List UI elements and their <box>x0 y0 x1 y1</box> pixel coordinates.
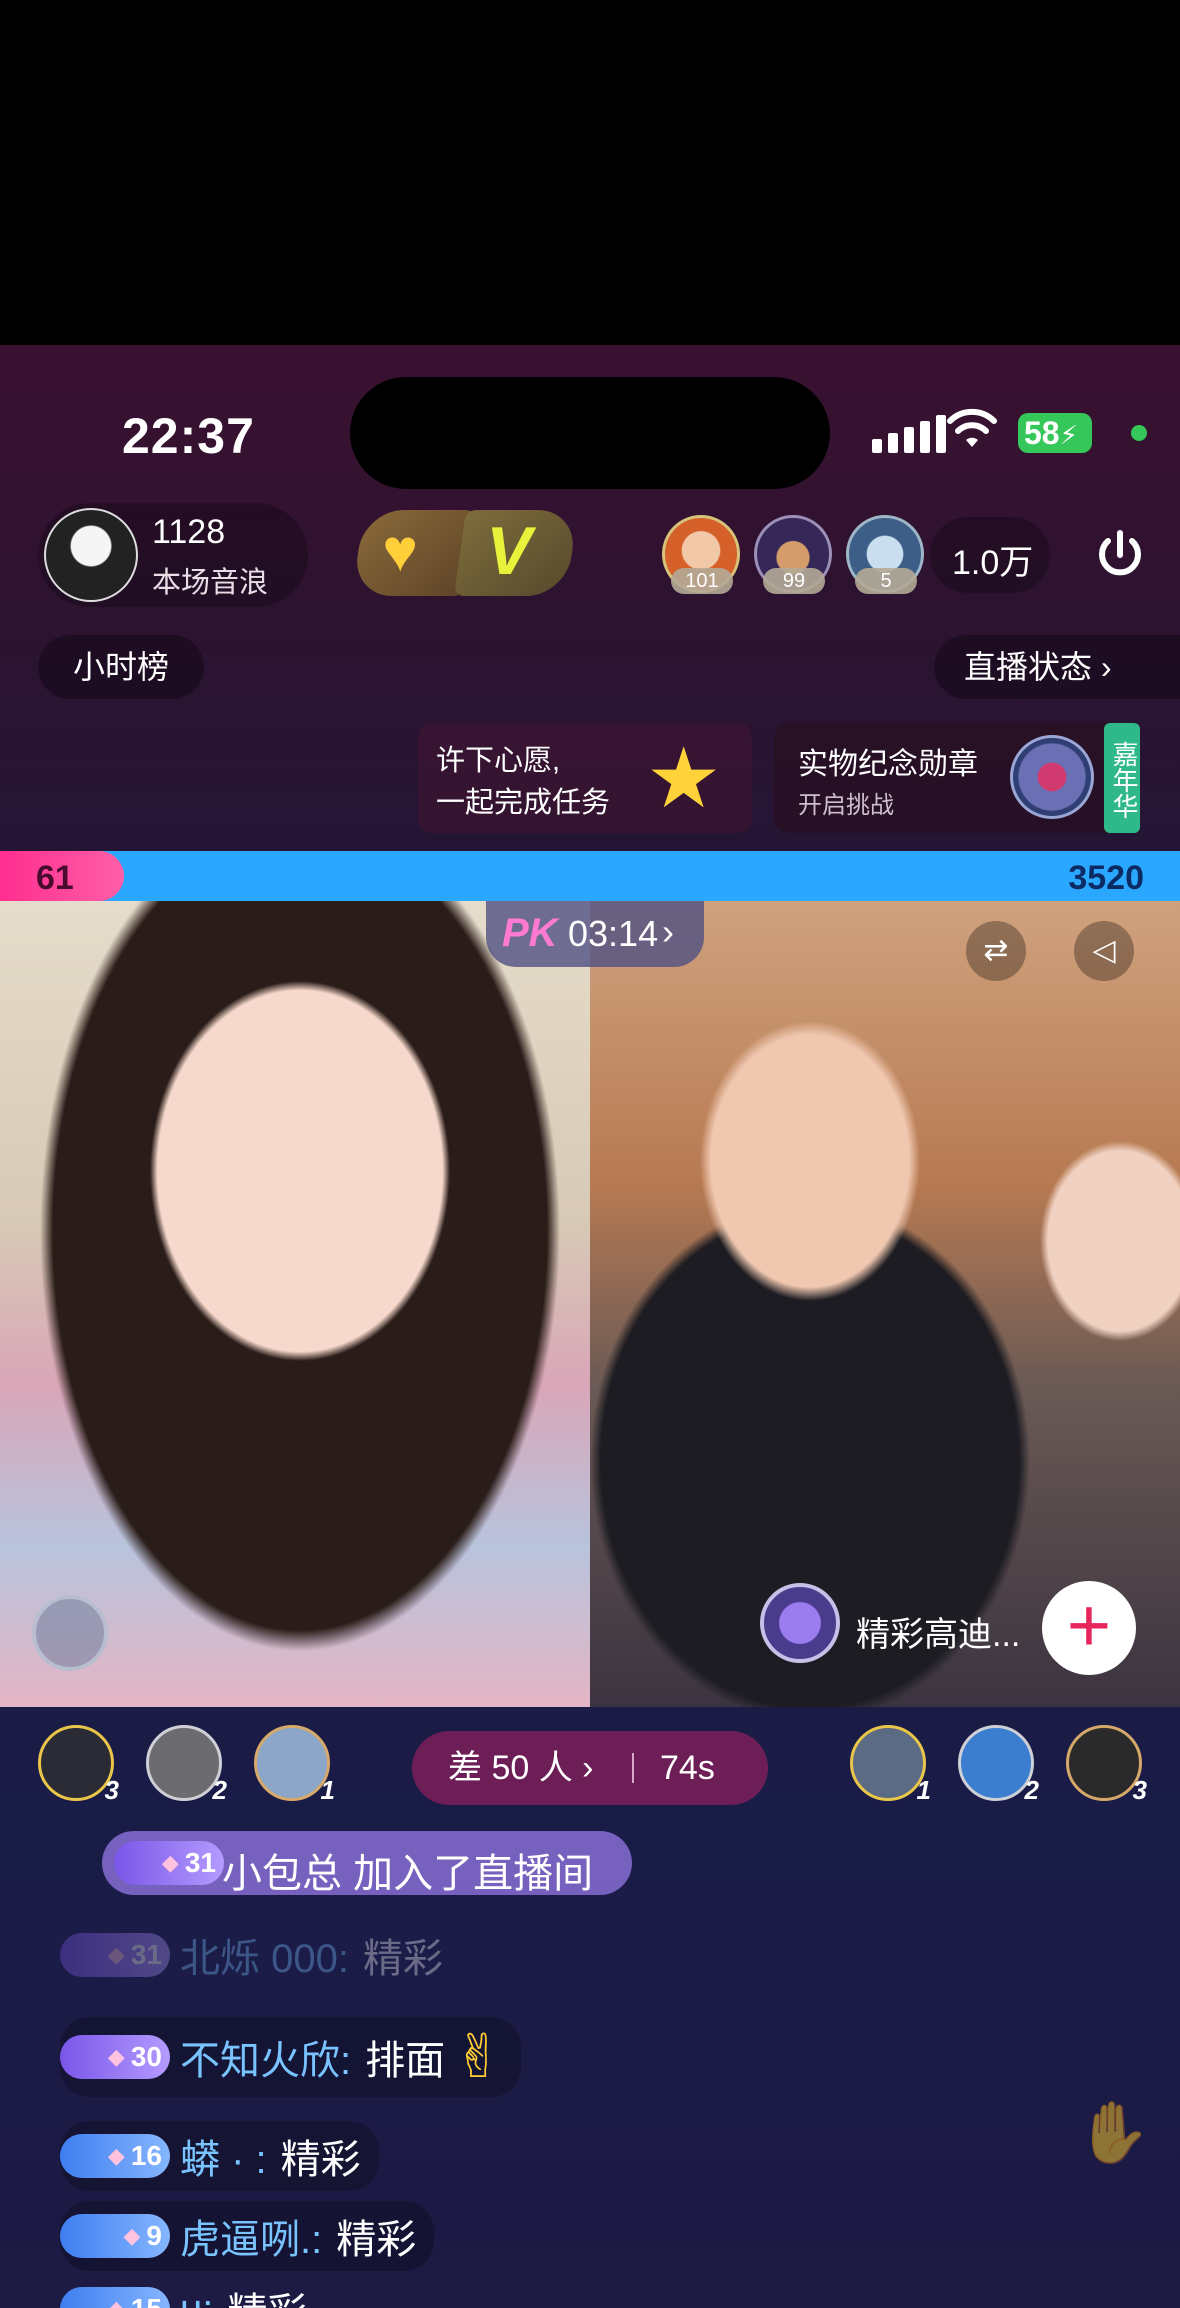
user-level-badge: 31 <box>60 1933 170 1977</box>
live-status-button[interactable]: 直播状态 › <box>934 635 1180 699</box>
medal-title: 实物纪念勋章 <box>798 748 978 781</box>
user-level-badge: 16 <box>60 2134 170 2178</box>
viewer-count-badge: 5 <box>855 568 917 594</box>
host-score: 1128 <box>152 513 226 551</box>
top-viewer-avatar[interactable]: 101 <box>662 515 740 594</box>
wish-line-2: 一起完成任务 <box>436 787 611 819</box>
live-room-screen: 22:37 58⚡ 1128 本场音浪 ♥ V 101 99 5 1.0万 小时… <box>0 345 1180 2308</box>
hand-gesture-icon[interactable]: ✋ <box>1076 2097 1151 2168</box>
join-text: 小包总 加入了直播间 <box>222 1852 594 1896</box>
contributor-rank: 1 <box>916 1775 931 1805</box>
contributor-rank: 2 <box>1024 1775 1039 1805</box>
chat-text: 精彩 <box>227 2280 307 2308</box>
battery-level: 58 <box>1024 415 1060 451</box>
battery-icon: 58⚡ <box>1018 413 1092 453</box>
right-streamer-level-icon[interactable] <box>760 1583 840 1663</box>
medal-icon <box>1010 735 1094 819</box>
top-letterbox <box>0 0 1180 345</box>
pk-logo: PK <box>502 911 558 955</box>
chat-username[interactable]: 虎逼咧.: <box>180 2207 322 2265</box>
shooting-star-icon: ★ <box>646 731 722 825</box>
chat-username[interactable]: 不知火欣: <box>180 2028 351 2086</box>
vip-v-icon: V <box>486 513 532 589</box>
switch-view-icon[interactable]: ⇄ <box>966 921 1026 981</box>
chat-username[interactable]: 蟒 · : <box>180 2127 267 2185</box>
gap-seconds: 74s <box>660 1749 715 1787</box>
signal-icon <box>872 415 946 453</box>
chat-username[interactable]: ụ: <box>180 2287 213 2308</box>
contributor-rank: 3 <box>1132 1775 1147 1805</box>
contributor-rank: 2 <box>212 1775 227 1805</box>
speaker-icon[interactable]: ◁ <box>1074 921 1134 981</box>
gap-people: 差 50 人 › <box>448 1749 594 1787</box>
follow-add-button[interactable]: + <box>1042 1581 1136 1675</box>
user-level-badge: 30 <box>60 2035 170 2079</box>
right-contributor-avatar[interactable]: 2 <box>958 1725 1039 1805</box>
chat-message[interactable]: 15 ụ: 精彩 <box>60 2279 307 2308</box>
contributor-rank: 1 <box>320 1775 335 1805</box>
right-streamer-name[interactable]: 精彩高迪... <box>856 1607 1020 1656</box>
left-contributor-avatar[interactable]: 1 <box>254 1725 335 1805</box>
contributor-rank: 3 <box>104 1775 119 1805</box>
left-contributor-avatar[interactable]: 2 <box>146 1725 227 1805</box>
viewer-count-badge: 99 <box>763 568 825 594</box>
chat-message[interactable]: 9 虎逼咧.: 精彩 <box>60 2201 435 2271</box>
left-stream-video[interactable] <box>0 901 590 1707</box>
dynamic-island <box>350 377 830 489</box>
privacy-indicator <box>1131 425 1147 441</box>
pk-left-score: 61 <box>36 859 74 897</box>
chat-message[interactable]: 31 北烁 000: 精彩 <box>60 1925 443 1985</box>
medal-subtitle: 开启挑战 <box>798 792 894 819</box>
host-score-label: 本场音浪 <box>152 567 269 599</box>
viewer-count-badge: 101 <box>671 568 733 594</box>
pk-gap-pill[interactable]: 差 50 人 › 74s <box>412 1731 768 1805</box>
viewer-total: 1.0万 <box>952 544 1034 582</box>
user-level-badge: 31 <box>114 1841 224 1885</box>
top-viewer-avatar[interactable]: 99 <box>754 515 832 594</box>
wifi-icon <box>947 408 997 447</box>
join-notice: 31 小包总 加入了直播间 <box>102 1831 632 1896</box>
medal-challenge-banner[interactable]: 实物纪念勋章 开启挑战 嘉年华 <box>774 723 1140 833</box>
right-contributor-avatar[interactable]: 3 <box>1066 1725 1147 1805</box>
host-avatar[interactable] <box>44 508 138 602</box>
carnival-tag: 嘉年华 <box>1104 723 1140 833</box>
chat-text: 排面 <box>365 2039 446 2083</box>
wish-task-banner[interactable]: 许下心愿, 一起完成任务 ★ <box>418 723 752 833</box>
user-level-badge: 9 <box>60 2214 170 2258</box>
right-contributor-avatar[interactable]: 1 <box>850 1725 931 1805</box>
chat-message[interactable]: 16 蟒 · : 精彩 <box>60 2121 379 2191</box>
left-streamer-level-icon[interactable] <box>32 1595 108 1671</box>
top-viewer-avatar[interactable]: 5 <box>846 515 924 594</box>
pk-score-bar: 61 3520 <box>0 851 1180 901</box>
chat-text: 精彩 <box>280 2138 361 2182</box>
pk-timer[interactable]: PK 03:14 › <box>486 901 704 967</box>
chat-username[interactable]: 北烁 000: <box>180 1926 349 1984</box>
power-icon[interactable] <box>1092 527 1148 583</box>
chat-message[interactable]: 30 不知火欣: 排面 ✌ <box>60 2017 522 2097</box>
vip-badge[interactable]: V <box>453 510 579 596</box>
left-contributor-avatar[interactable]: 3 <box>38 1725 119 1805</box>
heart-icon: ♥ <box>382 517 418 584</box>
user-level-badge: 15 <box>60 2287 170 2308</box>
chevron-right-icon: › <box>662 911 674 952</box>
chat-text: 精彩 <box>336 2218 417 2262</box>
wish-line-1: 许下心愿, <box>436 745 561 777</box>
pk-right-score: 3520 <box>1068 859 1144 897</box>
finger-heart-emoji-icon: ✌ <box>453 2023 504 2090</box>
pk-time: 03:14 <box>568 913 659 954</box>
hourly-rank-button[interactable]: 小时榜 <box>38 635 204 699</box>
chat-text: 精彩 <box>362 1937 443 1981</box>
status-time: 22:37 <box>122 408 255 464</box>
divider <box>632 1753 634 1783</box>
